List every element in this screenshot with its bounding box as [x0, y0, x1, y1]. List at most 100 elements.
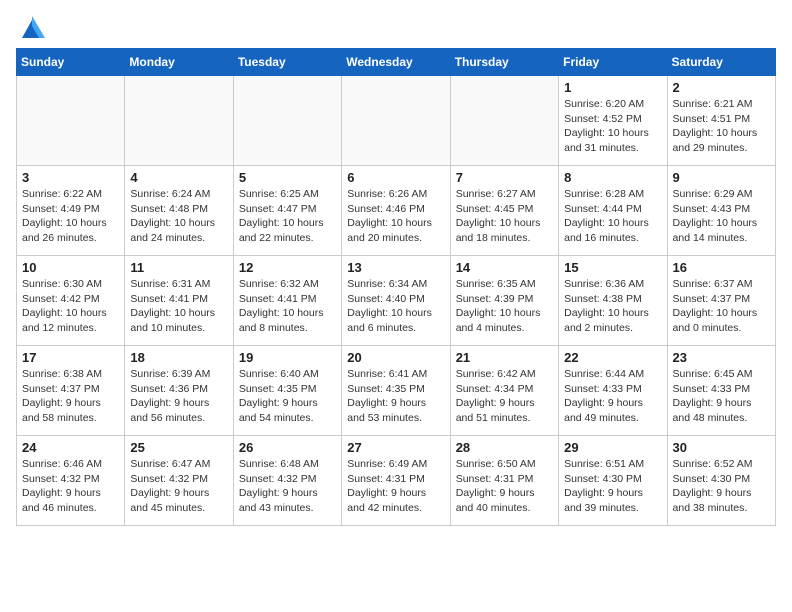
calendar-cell: 3Sunrise: 6:22 AM Sunset: 4:49 PM Daylig… — [17, 166, 125, 256]
day-info: Sunrise: 6:22 AM Sunset: 4:49 PM Dayligh… — [22, 187, 119, 246]
calendar-cell: 23 Sunrise: 6:45 AM Sunset: 4:33 PM Dayli… — [667, 346, 775, 436]
day-info: Sunrise: 6:27 AM Sunset: 4:45 PM Dayligh… — [456, 187, 553, 246]
calendar-cell: 2Sunrise: 6:21 AM Sunset: 4:51 PM Daylig… — [667, 76, 775, 166]
day-info: Sunrise: 6:36 AM Sunset: 4:38 PM Dayligh… — [564, 277, 661, 336]
day-number: 24 — [22, 440, 119, 455]
calendar-table: SundayMondayTuesdayWednesdayThursdayFrid… — [16, 48, 776, 526]
calendar-cell: 30 Sunrise: 6:52 AM Sunset: 4:30 PM Dayli… — [667, 436, 775, 526]
day-info: Sunrise: 6:46 AM Sunset: 4:32 PM Dayligh… — [22, 457, 119, 516]
day-number: 20 — [347, 350, 444, 365]
day-info: Sunrise: 6:25 AM Sunset: 4:47 PM Dayligh… — [239, 187, 336, 246]
day-number: 8 — [564, 170, 661, 185]
day-info: Sunrise: 6:35 AM Sunset: 4:39 PM Dayligh… — [456, 277, 553, 336]
day-number: 15 — [564, 260, 661, 275]
calendar-cell: 1 Sunrise: 6:20 AM Sunset: 4:52 PM Daylig… — [559, 76, 667, 166]
day-info: Sunrise: 6:47 AM Sunset: 4:32 PM Dayligh… — [130, 457, 227, 516]
calendar-cell: 26 Sunrise: 6:48 AM Sunset: 4:32 PM Dayli… — [233, 436, 341, 526]
calendar-cell — [17, 76, 125, 166]
day-number: 7 — [456, 170, 553, 185]
day-number: 2 — [673, 80, 770, 95]
day-number: 17 — [22, 350, 119, 365]
col-header-wednesday: Wednesday — [342, 49, 450, 76]
col-header-friday: Friday — [559, 49, 667, 76]
col-header-thursday: Thursday — [450, 49, 558, 76]
day-info: Sunrise: 6:32 AM Sunset: 4:41 PM Dayligh… — [239, 277, 336, 336]
day-number: 30 — [673, 440, 770, 455]
day-info: Sunrise: 6:24 AM Sunset: 4:48 PM Dayligh… — [130, 187, 227, 246]
day-info: Sunrise: 6:44 AM Sunset: 4:33 PM Dayligh… — [564, 367, 661, 426]
calendar-cell: 29 Sunrise: 6:51 AM Sunset: 4:30 PM Dayli… — [559, 436, 667, 526]
day-info: Sunrise: 6:40 AM Sunset: 4:35 PM Dayligh… — [239, 367, 336, 426]
calendar-cell: 12 Sunrise: 6:32 AM Sunset: 4:41 PM Dayli… — [233, 256, 341, 346]
calendar-cell: 15 Sunrise: 6:36 AM Sunset: 4:38 PM Dayli… — [559, 256, 667, 346]
calendar-cell: 5 Sunrise: 6:25 AM Sunset: 4:47 PM Daylig… — [233, 166, 341, 256]
day-info: Sunrise: 6:41 AM Sunset: 4:35 PM Dayligh… — [347, 367, 444, 426]
day-number: 6 — [347, 170, 444, 185]
day-number: 23 — [673, 350, 770, 365]
day-info: Sunrise: 6:31 AM Sunset: 4:41 PM Dayligh… — [130, 277, 227, 336]
calendar-cell: 18 Sunrise: 6:39 AM Sunset: 4:36 PM Dayli… — [125, 346, 233, 436]
day-number: 16 — [673, 260, 770, 275]
day-number: 22 — [564, 350, 661, 365]
col-header-monday: Monday — [125, 49, 233, 76]
week-row-1: 1 Sunrise: 6:20 AM Sunset: 4:52 PM Daylig… — [17, 76, 776, 166]
week-row-3: 10 Sunrise: 6:30 AM Sunset: 4:42 PM Dayli… — [17, 256, 776, 346]
calendar-cell: 19 Sunrise: 6:40 AM Sunset: 4:35 PM Dayli… — [233, 346, 341, 436]
calendar-header-row: SundayMondayTuesdayWednesdayThursdayFrid… — [17, 49, 776, 76]
day-info: Sunrise: 6:52 AM Sunset: 4:30 PM Dayligh… — [673, 457, 770, 516]
col-header-saturday: Saturday — [667, 49, 775, 76]
calendar-cell: 6 Sunrise: 6:26 AM Sunset: 4:46 PM Daylig… — [342, 166, 450, 256]
day-number: 28 — [456, 440, 553, 455]
day-info: Sunrise: 6:37 AM Sunset: 4:37 PM Dayligh… — [673, 277, 770, 336]
col-header-sunday: Sunday — [17, 49, 125, 76]
day-number: 26 — [239, 440, 336, 455]
day-info: Sunrise: 6:30 AM Sunset: 4:42 PM Dayligh… — [22, 277, 119, 336]
day-info: Sunrise: 6:29 AM Sunset: 4:43 PM Dayligh… — [673, 187, 770, 246]
calendar-cell — [125, 76, 233, 166]
day-number: 12 — [239, 260, 336, 275]
day-number: 27 — [347, 440, 444, 455]
day-info: Sunrise: 6:28 AM Sunset: 4:44 PM Dayligh… — [564, 187, 661, 246]
calendar-cell: 9 Sunrise: 6:29 AM Sunset: 4:43 PM Daylig… — [667, 166, 775, 256]
week-row-4: 17 Sunrise: 6:38 AM Sunset: 4:37 PM Dayli… — [17, 346, 776, 436]
day-info: Sunrise: 6:48 AM Sunset: 4:32 PM Dayligh… — [239, 457, 336, 516]
day-info: Sunrise: 6:38 AM Sunset: 4:37 PM Dayligh… — [22, 367, 119, 426]
day-info: Sunrise: 6:20 AM Sunset: 4:52 PM Dayligh… — [564, 97, 661, 156]
day-number: 14 — [456, 260, 553, 275]
day-number: 9 — [673, 170, 770, 185]
day-info: Sunrise: 6:51 AM Sunset: 4:30 PM Dayligh… — [564, 457, 661, 516]
day-number: 4 — [130, 170, 227, 185]
logo-icon — [19, 16, 45, 42]
day-number: 5 — [239, 170, 336, 185]
calendar-cell: 28 Sunrise: 6:50 AM Sunset: 4:31 PM Dayli… — [450, 436, 558, 526]
calendar-cell: 22 Sunrise: 6:44 AM Sunset: 4:33 PM Dayli… — [559, 346, 667, 436]
page-header — [16, 16, 776, 38]
day-number: 1 — [564, 80, 661, 95]
calendar-cell — [450, 76, 558, 166]
day-info: Sunrise: 6:49 AM Sunset: 4:31 PM Dayligh… — [347, 457, 444, 516]
calendar-cell — [233, 76, 341, 166]
calendar-cell — [342, 76, 450, 166]
calendar-cell: 21Sunrise: 6:42 AM Sunset: 4:34 PM Dayli… — [450, 346, 558, 436]
logo — [16, 16, 45, 38]
day-info: Sunrise: 6:26 AM Sunset: 4:46 PM Dayligh… — [347, 187, 444, 246]
calendar-cell: 11 Sunrise: 6:31 AM Sunset: 4:41 PM Dayli… — [125, 256, 233, 346]
day-info: Sunrise: 6:50 AM Sunset: 4:31 PM Dayligh… — [456, 457, 553, 516]
day-number: 19 — [239, 350, 336, 365]
calendar-cell: 14 Sunrise: 6:35 AM Sunset: 4:39 PM Dayli… — [450, 256, 558, 346]
day-number: 13 — [347, 260, 444, 275]
calendar-cell: 25Sunrise: 6:47 AM Sunset: 4:32 PM Dayli… — [125, 436, 233, 526]
calendar-cell: 4 Sunrise: 6:24 AM Sunset: 4:48 PM Daylig… — [125, 166, 233, 256]
calendar-cell: 8 Sunrise: 6:28 AM Sunset: 4:44 PM Daylig… — [559, 166, 667, 256]
day-number: 29 — [564, 440, 661, 455]
week-row-2: 3Sunrise: 6:22 AM Sunset: 4:49 PM Daylig… — [17, 166, 776, 256]
day-info: Sunrise: 6:39 AM Sunset: 4:36 PM Dayligh… — [130, 367, 227, 426]
day-info: Sunrise: 6:42 AM Sunset: 4:34 PM Dayligh… — [456, 367, 553, 426]
day-number: 10 — [22, 260, 119, 275]
day-info: Sunrise: 6:45 AM Sunset: 4:33 PM Dayligh… — [673, 367, 770, 426]
calendar-cell: 24 Sunrise: 6:46 AM Sunset: 4:32 PM Dayli… — [17, 436, 125, 526]
calendar-cell: 13Sunrise: 6:34 AM Sunset: 4:40 PM Dayli… — [342, 256, 450, 346]
day-number: 11 — [130, 260, 227, 275]
calendar-cell: 20 Sunrise: 6:41 AM Sunset: 4:35 PM Dayli… — [342, 346, 450, 436]
day-number: 18 — [130, 350, 227, 365]
